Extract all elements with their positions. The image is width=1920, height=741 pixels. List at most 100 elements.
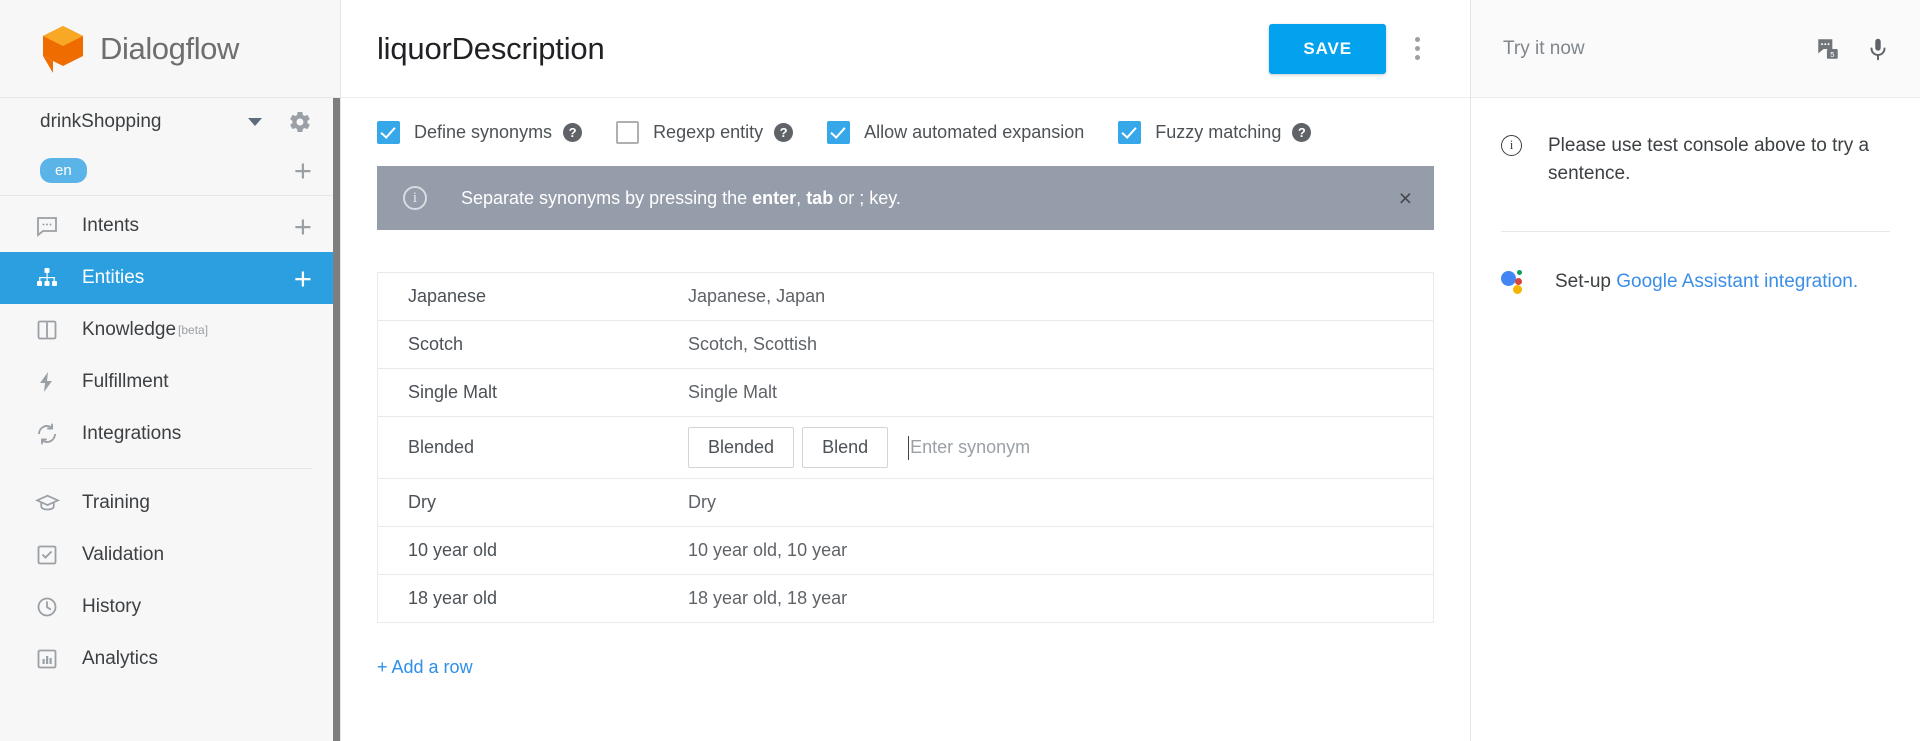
sidebar-item-knowledge[interactable]: Knowledge [beta] [0, 304, 340, 356]
entity-value: Dry [408, 492, 436, 512]
beta-badge: [beta] [178, 323, 209, 337]
entity-synonyms-editor[interactable]: Blended Blend Enter synonym [688, 427, 1433, 468]
checkbox-fuzzy-matching[interactable] [1118, 120, 1142, 144]
synonym-chip[interactable]: Blended [688, 427, 795, 468]
sidebar-item-analytics[interactable]: Analytics [0, 633, 340, 685]
try-it-now-input[interactable]: Try it now [1503, 38, 1792, 60]
synonym-input-placeholder[interactable]: Enter synonym [910, 437, 1030, 458]
table-row[interactable]: Single Malt Single Malt [378, 369, 1433, 417]
add-row-link[interactable]: + Add a row [377, 657, 473, 678]
info-icon: i [403, 186, 427, 210]
sidebar-item-label: Entities [82, 267, 145, 288]
add-intent-button[interactable]: + [294, 211, 312, 242]
synonym-chip[interactable]: Blend [802, 427, 889, 468]
sidebar-scrollbar[interactable] [333, 98, 340, 741]
project-selector[interactable]: drinkShopping [0, 98, 340, 146]
sidebar-item-label: Validation [82, 544, 165, 565]
option-label: Define synonyms [414, 121, 553, 142]
help-icon[interactable]: ? [563, 122, 583, 142]
sync-icon [34, 421, 60, 447]
option-label: Regexp entity [653, 121, 764, 142]
brand-name: Dialogflow [100, 30, 240, 66]
sidebar-item-label: Integrations [82, 423, 182, 444]
sidebar-item-fulfillment[interactable]: Fulfillment [0, 356, 340, 408]
page-title: liquorDescription [377, 30, 605, 66]
microphone-icon[interactable] [1864, 35, 1892, 63]
language-chip[interactable]: en [40, 158, 87, 183]
try-it-now-bar: Try it now 5 [1471, 0, 1920, 98]
entity-editor: Define synonyms ? Regexp entity ? Allow … [341, 98, 1470, 741]
add-entity-button[interactable]: + [294, 263, 312, 294]
info-banner: i Separate synonyms by pressing the ente… [377, 166, 1434, 230]
help-icon[interactable]: ? [1292, 122, 1312, 142]
entity-synonyms: 10 year old, 10 year [688, 540, 848, 560]
sidebar-divider [40, 468, 312, 469]
sidebar-item-integrations[interactable]: Integrations [0, 408, 340, 460]
sidebar-item-entities[interactable]: Entities + [0, 252, 340, 304]
book-icon [34, 317, 60, 343]
table-row[interactable]: 18 year old 18 year old, 18 year [378, 575, 1433, 623]
clock-icon [34, 594, 60, 620]
sidebar: Dialogflow drinkShopping en + Intents + … [0, 0, 340, 741]
table-row[interactable]: Scotch Scotch, Scottish [378, 321, 1433, 369]
note-text: Please use test console above to try a s… [1548, 135, 1870, 184]
svg-text:5: 5 [1830, 50, 1834, 59]
sidebar-item-label: Intents [82, 215, 140, 236]
google-assistant-link[interactable]: Google Assistant integration. [1616, 271, 1858, 292]
sidebar-item-label: Training [82, 492, 150, 513]
google-assistant-row: Set-up Google Assistant integration. [1501, 268, 1890, 296]
entity-value: 10 year old [408, 540, 498, 560]
more-vert-icon[interactable] [1400, 37, 1434, 60]
option-label: Allow automated expansion [864, 121, 1085, 142]
option-define-synonyms[interactable]: Define synonyms ? [377, 120, 583, 144]
table-row[interactable]: Dry Dry [378, 479, 1433, 527]
info-icon: i [1501, 135, 1522, 156]
try-it-now-panel: Try it now 5 i Please use test console a… [1470, 0, 1920, 741]
entity-value: Scotch [408, 334, 464, 354]
option-label: Fuzzy matching [1155, 121, 1282, 142]
gear-icon[interactable] [288, 110, 312, 134]
checkbox-icon [34, 542, 60, 568]
sidebar-item-training[interactable]: Training [0, 477, 340, 529]
entity-synonyms: Dry [688, 492, 716, 512]
text-cursor [908, 435, 910, 460]
bolt-icon [34, 369, 60, 395]
entity-value: Japanese [408, 286, 487, 306]
sidebar-item-label: Knowledge [82, 319, 177, 340]
entity-value: Single Malt [408, 382, 498, 402]
sidebar-item-validation[interactable]: Validation [0, 529, 340, 581]
sidebar-item-label: Analytics [82, 648, 159, 669]
checkbox-define-synonyms[interactable] [377, 120, 400, 144]
entity-synonyms: Single Malt [688, 382, 778, 402]
option-allow-automated-expansion[interactable]: Allow automated expansion [827, 120, 1085, 144]
sidebar-item-intents[interactable]: Intents + [0, 200, 340, 252]
sidebar-nav: Intents + Entities + Knowledge [beta] Fu… [0, 196, 340, 685]
entities-tree-icon [34, 265, 60, 291]
table-row-editing[interactable]: Blended Blended Blend Enter synonym [378, 417, 1433, 479]
page-header: liquorDescription SAVE [341, 0, 1470, 98]
info-banner-text: Separate synonyms by pressing the enter,… [461, 187, 901, 208]
dialogflow-logo-icon [40, 24, 86, 74]
add-language-button[interactable]: + [294, 155, 312, 186]
option-fuzzy-matching[interactable]: Fuzzy matching ? [1118, 120, 1312, 144]
table-row[interactable]: 10 year old 10 year old, 10 year [378, 527, 1433, 575]
main-panel: liquorDescription SAVE Define synonyms ?… [340, 0, 1470, 741]
entity-value: 18 year old [408, 588, 498, 608]
entity-value: Blended [408, 437, 475, 457]
dialogflow-console: Dialogflow drinkShopping en + Intents + … [0, 0, 1920, 741]
table-row[interactable]: Japanese Japanese, Japan [378, 273, 1433, 321]
language-row: en + [0, 146, 340, 196]
save-button[interactable]: SAVE [1269, 23, 1386, 74]
close-icon[interactable]: × [1399, 186, 1412, 210]
option-regexp-entity[interactable]: Regexp entity ? [616, 120, 794, 144]
dialog-test-icon[interactable]: 5 [1814, 35, 1842, 63]
entity-synonyms: Scotch, Scottish [688, 334, 818, 354]
chevron-down-icon[interactable] [248, 118, 262, 126]
checkbox-regexp-entity[interactable] [616, 120, 640, 144]
brand-logo[interactable]: Dialogflow [0, 0, 340, 98]
chat-bubble-icon [34, 213, 60, 239]
entity-options-row: Define synonyms ? Regexp entity ? Allow … [377, 98, 1434, 166]
checkbox-allow-automated-expansion[interactable] [827, 120, 851, 144]
help-icon[interactable]: ? [774, 122, 794, 142]
sidebar-item-history[interactable]: History [0, 581, 340, 633]
